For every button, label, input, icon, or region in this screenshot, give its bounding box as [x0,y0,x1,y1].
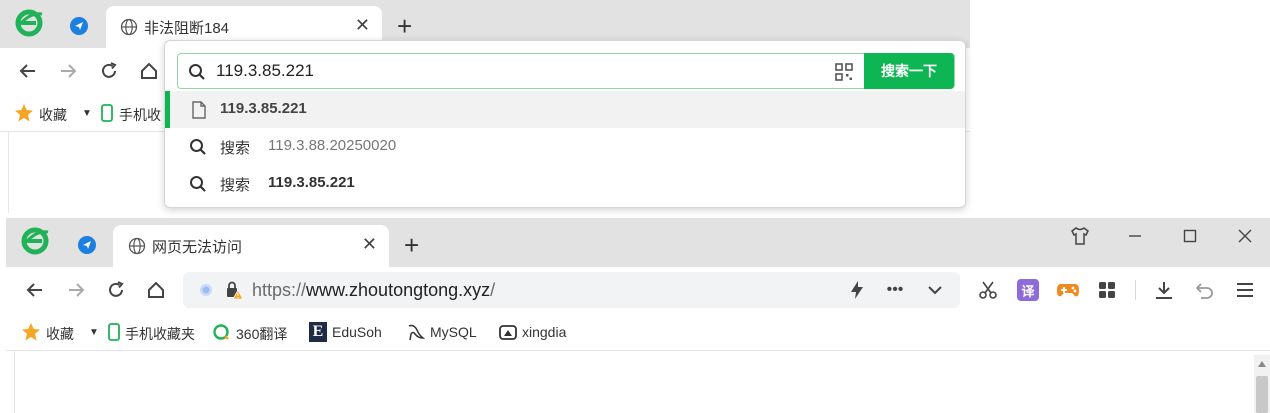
minimize-icon[interactable] [1120,221,1150,251]
home-icon[interactable] [144,278,168,302]
new-tab-button[interactable]: + [397,11,412,42]
pinned-tab-icon[interactable] [77,235,97,255]
chevron-down-icon[interactable] [925,280,945,300]
close-tab-icon[interactable]: ✕ [355,15,370,36]
close-window-icon[interactable] [1230,221,1260,251]
mysql-dolphin-icon [406,322,426,342]
search-icon [188,63,206,81]
loading-dot-icon [197,281,215,299]
pinned-tab-icon[interactable] [69,16,89,36]
navigation-toolbar: https://www.zhoutongtong.xyz/ ••• 译 [6,267,1270,313]
skin-icon[interactable] [1065,221,1095,251]
url-text: https://www.zhoutongtong.xyz/ [252,280,495,301]
bookmark-favorites[interactable]: 收藏 [46,324,74,344]
search-icon [189,175,207,193]
browser-window-bottom: 网页无法访问 ✕ + https://www.zhoutongtong.xyz/… [6,218,1270,413]
qr-code-icon[interactable] [834,62,854,82]
menu-icon[interactable] [1235,280,1255,300]
suggestion-prefix: 搜索 [220,177,251,194]
search-button[interactable]: 搜索一下 [864,52,954,89]
url-path: / [490,279,496,300]
suggestion-prefix: 搜索 [220,140,251,157]
maximize-icon[interactable] [1175,221,1205,251]
forward-arrow-icon[interactable] [64,278,88,302]
omnibox-input[interactable]: 119.3.85.221 搜索一下 [177,52,955,89]
insecure-lock-icon[interactable] [224,280,244,300]
search-icon [189,138,207,156]
url-host: www.zhoutongtong.xyz [306,279,491,300]
bookmarks-bar: 收藏 ▼ 手机收藏夹 360翻译 E EduSoh MySQL xingdia [6,313,1270,351]
globe-icon [120,18,138,36]
tab-title: 网页无法访问 [152,238,243,256]
scrollbar-thumb[interactable] [1256,376,1268,413]
address-bar[interactable]: https://www.zhoutongtong.xyz/ ••• [183,272,960,308]
more-dots-icon[interactable]: ••• [885,280,905,300]
apps-grid-icon[interactable] [1097,280,1117,300]
favorites-dropdown-icon[interactable]: ▼ [82,108,92,119]
scissors-icon[interactable] [978,280,998,300]
xingdian-icon [498,322,518,342]
translate-button[interactable]: 译 [1017,279,1039,301]
suggestion-text: 119.3.85.221 [268,174,355,191]
download-icon[interactable] [1154,280,1174,300]
forward-arrow-icon[interactable] [56,59,80,83]
globe-icon [128,237,146,255]
bookmark-mobile[interactable]: 手机收 [119,105,161,125]
star-icon [21,322,41,342]
new-tab-button[interactable]: + [404,230,419,261]
close-tab-icon[interactable]: ✕ [362,234,377,255]
favorites-dropdown-icon[interactable]: ▼ [89,327,99,338]
back-arrow-icon[interactable] [23,278,47,302]
translate-360-icon [212,323,230,341]
mobile-icon [107,323,121,341]
bookmark-item[interactable]: xingdia [522,324,566,340]
back-arrow-icon[interactable] [16,59,40,83]
bookmark-favorites[interactable]: 收藏 [39,105,67,125]
tab-title: 非法阻断184 [144,19,230,37]
suggestion-url: 119.3.85.221 [220,100,307,117]
star-icon [14,103,34,123]
undo-icon[interactable] [1195,280,1215,300]
home-icon[interactable] [137,59,161,83]
game-controller-icon[interactable] [1056,279,1080,301]
scroll-up-icon[interactable] [1257,359,1267,369]
browser-logo-icon[interactable] [20,226,50,256]
browser-logo-icon[interactable] [14,8,44,38]
tab-bar: 网页无法访问 ✕ + [6,218,1270,267]
suggestion-item[interactable]: 搜索 119.3.85.221 [165,165,965,202]
url-scheme: https:// [252,279,307,300]
toolbar-divider [1135,280,1136,300]
bookmark-item[interactable]: 360翻译 [236,324,287,344]
lightning-icon[interactable] [847,280,867,300]
edusoho-logo-icon: E [309,322,327,342]
bookmark-item[interactable]: 手机收藏夹 [125,324,195,344]
omnibox-dropdown: 119.3.85.221 搜索一下 119.3.85.221 搜索 119.3.… [164,40,966,208]
reload-icon[interactable] [104,278,128,302]
page-icon [191,100,207,119]
bookmark-item[interactable]: EduSoh [332,324,382,340]
suggestion-item[interactable]: 119.3.85.221 [165,91,965,128]
selection-indicator [165,91,170,128]
suggestion-item[interactable]: 搜索 119.3.88.20250020 [165,128,965,165]
tab-active[interactable]: 网页无法访问 ✕ [113,225,389,267]
mobile-icon [100,104,114,122]
reload-icon[interactable] [97,59,121,83]
page-content [14,351,1258,413]
bookmark-item[interactable]: MySQL [430,324,477,340]
suggestion-text: 119.3.88.20250020 [268,137,397,154]
omnibox-value: 119.3.85.221 [216,61,314,80]
